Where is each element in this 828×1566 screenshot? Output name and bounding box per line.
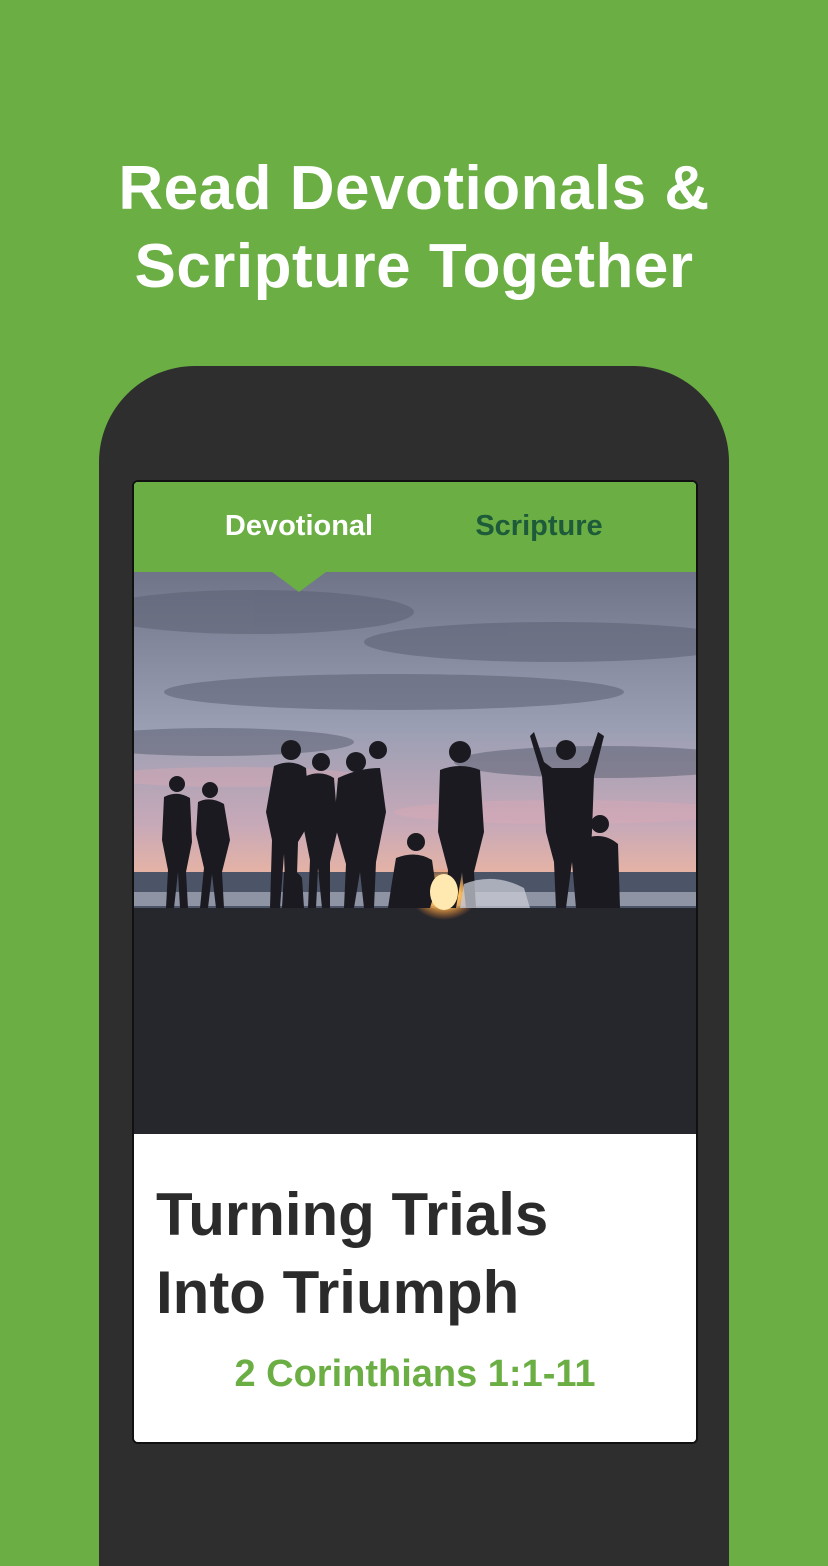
phone-screen: Devotional Scripture Turning Trials Into…	[132, 480, 698, 1444]
devotional-content: Turning Trials Into Triumph 2 Corinthian…	[134, 1134, 696, 1442]
scripture-reference-link[interactable]: 2 Corinthians 1:1-11	[134, 1352, 696, 1396]
devotional-title-line-2: Into Triumph	[156, 1259, 520, 1326]
devotional-hero-image	[134, 572, 696, 1134]
tab-scripture[interactable]: Scripture	[444, 482, 634, 572]
headline-line-2: Scripture Together	[134, 232, 694, 301]
active-tab-indicator	[272, 572, 326, 592]
tab-bar: Devotional Scripture	[134, 482, 696, 572]
headline-line-1: Read Devotionals &	[118, 154, 710, 223]
headline: Read Devotionals & Scripture Together	[0, 150, 828, 306]
devotional-title-line-1: Turning Trials	[156, 1181, 549, 1248]
devotional-title: Turning Trials Into Triumph	[156, 1176, 676, 1332]
tab-devotional[interactable]: Devotional	[204, 482, 394, 572]
